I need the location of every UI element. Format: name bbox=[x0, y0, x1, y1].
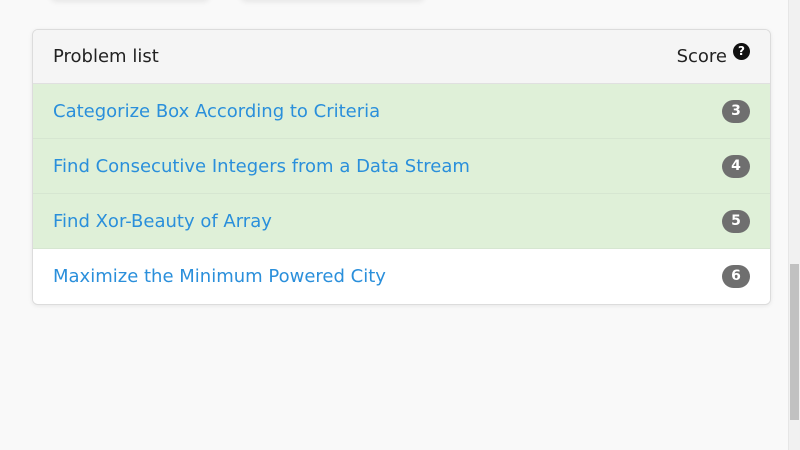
score-badge: 4 bbox=[722, 154, 750, 178]
problem-row: Categorize Box According to Criteria 3 bbox=[33, 84, 770, 139]
score-badge: 5 bbox=[722, 209, 750, 233]
vertical-scrollbar[interactable] bbox=[788, 0, 800, 450]
panel-header: Problem list Score ? bbox=[33, 30, 770, 84]
problem-link[interactable]: Categorize Box According to Criteria bbox=[53, 101, 380, 122]
score-header: Score ? bbox=[676, 43, 750, 67]
problem-link[interactable]: Find Xor-Beauty of Array bbox=[53, 211, 272, 232]
problem-row: Find Xor-Beauty of Array 5 bbox=[33, 194, 770, 249]
problem-link[interactable]: Maximize the Minimum Powered City bbox=[53, 266, 386, 287]
question-circle-icon[interactable]: ? bbox=[733, 43, 750, 60]
problem-row: Maximize the Minimum Powered City 6 bbox=[33, 249, 770, 304]
panel-title: Problem list bbox=[53, 46, 159, 67]
problem-list-panel: Problem list Score ? Categorize Box Acco… bbox=[32, 29, 771, 305]
score-badge: 6 bbox=[722, 265, 750, 288]
problem-link[interactable]: Find Consecutive Integers from a Data St… bbox=[53, 156, 470, 177]
page: Problem list Score ? Categorize Box Acco… bbox=[0, 0, 800, 450]
score-badge: 3 bbox=[722, 99, 750, 123]
score-label: Score bbox=[676, 46, 727, 67]
scrollbar-thumb[interactable] bbox=[790, 264, 799, 420]
problem-row: Find Consecutive Integers from a Data St… bbox=[33, 139, 770, 194]
